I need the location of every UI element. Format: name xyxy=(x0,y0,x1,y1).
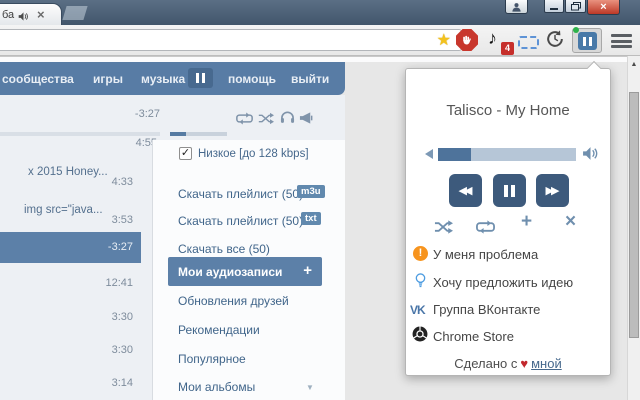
page-scrollbar[interactable]: ▲ xyxy=(627,56,640,400)
chrome-icon xyxy=(412,326,428,347)
nav-pause-button[interactable] xyxy=(188,68,213,88)
quality-label[interactable]: Низкое [до 128 kbps] xyxy=(198,148,309,160)
bookmark-star-icon[interactable]: ★ xyxy=(437,30,451,50)
add-icon[interactable]: + xyxy=(521,211,532,233)
music-downloader-extension-icon[interactable]: ♪ xyxy=(488,28,497,49)
vk-nav-bar: сообщества игры музыка помощь выйти xyxy=(0,62,345,95)
close-window-button[interactable]: × xyxy=(587,0,620,15)
link-suggest-idea[interactable]: Хочу предложить идею xyxy=(433,275,573,290)
playing-track-row[interactable]: -3:27 xyxy=(0,232,141,263)
shuffle-icon[interactable] xyxy=(434,220,453,239)
minimize-button[interactable] xyxy=(544,0,564,13)
heart-icon: ♥ xyxy=(517,356,531,371)
link-vk-group[interactable]: Группа ВКонтакте xyxy=(433,302,540,317)
tab-close-icon[interactable]: × xyxy=(37,7,45,22)
link-report-problem[interactable]: У меня проблема xyxy=(433,247,538,262)
menu-item-friends-updates[interactable]: Обновления друзей xyxy=(178,294,289,308)
rewind-button[interactable]: ◀◀ xyxy=(449,174,482,207)
volume-down-icon[interactable] xyxy=(425,149,433,159)
player-volume-slider[interactable] xyxy=(170,132,227,136)
volume-fill xyxy=(170,132,186,136)
popup-volume-slider[interactable] xyxy=(438,148,576,161)
status-dot xyxy=(573,27,579,33)
browser-tab[interactable]: ба × xyxy=(0,3,62,26)
menu-item-recommendations[interactable]: Рекомендации xyxy=(178,323,260,337)
plus-icon[interactable]: + xyxy=(303,262,312,279)
pause-icon xyxy=(578,32,597,50)
nav-item-help[interactable]: помощь xyxy=(228,72,276,86)
restore-icon xyxy=(571,2,581,11)
browser-toolbar: ★ ♪ 4 xyxy=(0,25,640,56)
player-progress-bar[interactable] xyxy=(0,132,160,136)
profile-button[interactable] xyxy=(505,0,528,14)
pause-button[interactable] xyxy=(493,174,526,207)
minimize-icon xyxy=(550,8,558,10)
track-duration: 3:30 xyxy=(112,311,133,323)
track-title[interactable]: img src="java... xyxy=(24,204,103,216)
menu-item-my-audio[interactable]: Мои аудиозаписи + xyxy=(168,257,322,286)
broadcast-icon[interactable] xyxy=(299,111,314,129)
browser-menu-button[interactable] xyxy=(611,34,632,48)
scroll-up-icon[interactable]: ▲ xyxy=(628,61,640,68)
nav-item-games[interactable]: игры xyxy=(93,72,123,86)
menu-item-download-playlist-txt[interactable]: Скачать плейлист (50) xyxy=(178,214,303,228)
download-menu: ✓ Низкое [до 128 kbps] Скачать плейлист … xyxy=(152,140,345,400)
extension-badge: 4 xyxy=(501,42,514,55)
badge-m3u[interactable]: m3u xyxy=(297,185,325,198)
track-duration: 4:33 xyxy=(112,176,133,188)
popup-caret xyxy=(587,61,601,75)
shuffle-icon[interactable] xyxy=(258,112,274,130)
popup-track-title: Talisco - My Home xyxy=(406,102,610,119)
menu-item-download-playlist-m3u[interactable]: Скачать плейлист (50) xyxy=(178,187,303,201)
person-icon xyxy=(511,2,522,12)
idea-icon xyxy=(415,272,426,294)
track-duration: 3:30 xyxy=(112,344,133,356)
close-icon[interactable]: × xyxy=(565,211,576,233)
tab-title: ба xyxy=(2,9,14,21)
extension-popup: Talisco - My Home ◀◀ ▶▶ + × ! У меня про… xyxy=(405,68,611,376)
menu-item-label: Мои аудиозаписи xyxy=(178,265,282,279)
headphones-icon[interactable] xyxy=(280,110,295,129)
track-duration: 12:41 xyxy=(105,277,133,289)
link-chrome-store[interactable]: Chrome Store xyxy=(433,329,514,344)
track-duration: 3:14 xyxy=(112,377,133,389)
popup-footer: Сделано с♥мной xyxy=(406,356,610,371)
scrollbar-thumb[interactable] xyxy=(629,92,639,338)
vk-icon: VK xyxy=(410,303,425,317)
forward-button[interactable]: ▶▶ xyxy=(536,174,569,207)
menu-item-download-all[interactable]: Скачать все (50) xyxy=(178,242,270,256)
pause-icon xyxy=(504,185,508,197)
volume-up-icon[interactable] xyxy=(582,146,599,166)
repeat-icon[interactable] xyxy=(476,219,495,240)
vk-music-extension-button[interactable] xyxy=(572,28,602,53)
warning-icon: ! xyxy=(413,246,428,261)
address-bar[interactable]: ★ xyxy=(0,29,462,51)
track-title[interactable]: x 2015 Honey... xyxy=(28,166,108,178)
playlist: 4:55 x 2015 Honey... 4:33 img src="java.… xyxy=(0,140,160,400)
repeat-icon[interactable] xyxy=(236,111,253,131)
rewind-icon: ◀◀ xyxy=(459,184,473,197)
volume-fill xyxy=(438,148,471,161)
nav-item-communities[interactable]: сообщества xyxy=(2,72,74,86)
footer-text: Сделано с xyxy=(454,356,517,371)
quality-checkbox[interactable]: ✓ xyxy=(179,147,192,160)
window-titlebar: ба × × xyxy=(0,0,640,25)
track-duration: 3:53 xyxy=(112,214,133,226)
hand-icon xyxy=(461,34,473,46)
menu-item-popular[interactable]: Популярное xyxy=(178,352,246,366)
nav-item-music[interactable]: музыка xyxy=(141,72,185,86)
menu-item-my-albums[interactable]: Мои альбомы xyxy=(178,380,255,394)
footer-link[interactable]: мной xyxy=(531,356,562,371)
refresh-checker-extension-icon[interactable] xyxy=(545,29,565,54)
forward-icon: ▶▶ xyxy=(546,184,560,197)
vk-audio-page: -3:27 4:55 x 2015 Honey... 4:33 img src=… xyxy=(0,95,345,400)
track-time-remaining: -3:27 xyxy=(108,241,133,253)
badge-txt[interactable]: txt xyxy=(301,212,321,225)
restore-button[interactable] xyxy=(565,0,586,13)
nav-item-logout[interactable]: выйти xyxy=(291,72,329,86)
player-time-remaining: -3:27 xyxy=(135,108,160,120)
screenshot-extension-icon[interactable] xyxy=(518,36,539,49)
chevron-down-icon[interactable]: ▼ xyxy=(306,383,314,392)
new-tab-button[interactable] xyxy=(61,6,89,20)
